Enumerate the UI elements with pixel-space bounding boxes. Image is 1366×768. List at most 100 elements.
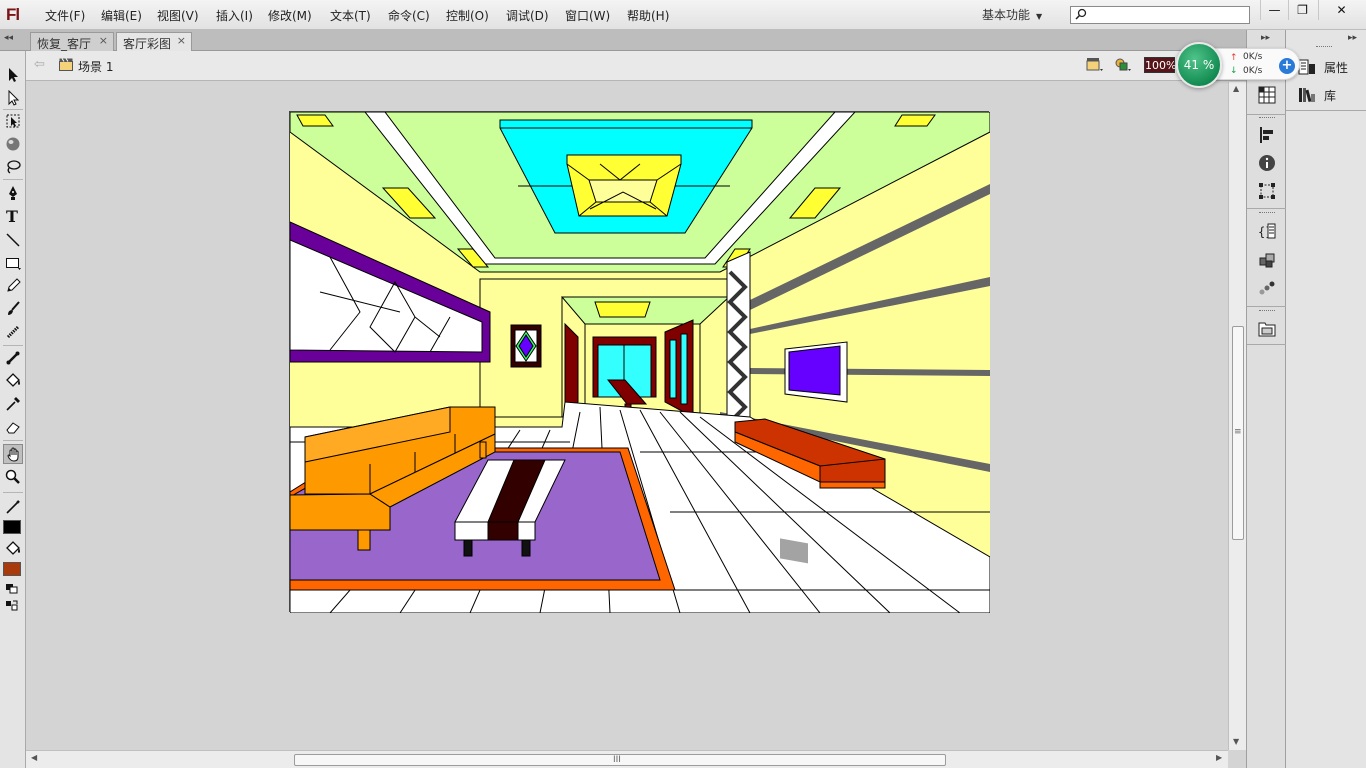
menu-help[interactable]: 帮助(H) <box>627 7 669 24</box>
edit-symbol-icon[interactable] <box>1114 57 1132 73</box>
pencil-tool[interactable] <box>3 276 23 296</box>
workspace-label: 基本功能 <box>982 8 1031 22</box>
tools-panel: T <box>0 51 26 768</box>
transform-icon <box>6 114 20 128</box>
components-icon[interactable] <box>1258 251 1276 269</box>
flash-app-window: Fl 文件(F) 编辑(E) 视图(V) 插入(I) 修改(M) 文本(T) 命… <box>0 0 1366 768</box>
paint-bucket-tool[interactable] <box>3 371 23 391</box>
panel-library[interactable]: 库 <box>1298 84 1364 106</box>
dock-separator <box>1247 114 1287 115</box>
scroll-right-arrow-icon[interactable]: ▶ <box>1216 753 1222 762</box>
free-transform-tool[interactable] <box>3 111 23 131</box>
tab-living-room-color[interactable]: 客厅彩图 × <box>116 32 192 51</box>
dock-grip[interactable] <box>1259 117 1275 119</box>
panel-label: 库 <box>1324 89 1337 103</box>
black-white-button[interactable] <box>3 581 23 595</box>
back-arrow-icon[interactable]: ⇦ <box>34 57 45 72</box>
align-icon[interactable] <box>1258 126 1276 144</box>
collapse-panels-icon[interactable]: ▸▸ <box>1348 33 1357 43</box>
close-icon[interactable]: × <box>99 34 108 47</box>
horizontal-scroll-thumb[interactable]: III <box>294 754 946 766</box>
subselection-tool[interactable] <box>3 88 23 108</box>
minimize-button[interactable]: — <box>1260 0 1288 20</box>
bone-tool[interactable] <box>3 348 23 368</box>
toolbar-separator <box>3 345 23 346</box>
menu-debug[interactable]: 调试(D) <box>506 7 549 24</box>
rectangle-tool[interactable] <box>3 253 23 273</box>
line-tool[interactable] <box>3 230 23 250</box>
tab-recovered-living-room[interactable]: 恢复_客厅 × <box>30 32 114 51</box>
collapse-left-icon[interactable]: ◂◂ <box>4 33 13 43</box>
dock-grip[interactable] <box>1316 46 1332 48</box>
vertical-scrollbar[interactable]: ▲ ≡ ▼ <box>1228 82 1246 750</box>
eyedropper-tool[interactable] <box>3 394 23 414</box>
menu-text[interactable]: 文本(T) <box>330 7 371 24</box>
network-speed-widget[interactable]: 41 % ↑ ↓ 0K/s 0K/s + <box>1176 42 1304 90</box>
eraser-tool[interactable] <box>3 417 23 437</box>
selection-tool[interactable] <box>3 65 23 85</box>
menu-file[interactable]: 文件(F) <box>45 7 85 24</box>
living-room-drawing[interactable] <box>289 111 991 614</box>
upload-arrow-icon: ↑ <box>1230 53 1238 63</box>
project-panel-icon[interactable] <box>1258 320 1276 338</box>
line-icon <box>6 233 20 247</box>
restore-button[interactable]: ❐ <box>1288 0 1316 20</box>
motion-presets-icon[interactable] <box>1258 279 1276 297</box>
swap-colors-button[interactable] <box>3 598 23 612</box>
text-tool[interactable]: T <box>3 207 23 227</box>
stroke-color-swatch[interactable] <box>3 520 21 534</box>
scroll-down-arrow-icon[interactable]: ▼ <box>1233 737 1239 746</box>
memory-usage-ball[interactable]: 41 % <box>1176 42 1222 88</box>
workspace-switcher[interactable]: 基本功能 ▼ <box>982 6 1042 23</box>
close-icon[interactable]: × <box>177 34 186 47</box>
menu-modify[interactable]: 修改(M) <box>268 7 312 24</box>
menu-window[interactable]: 窗口(W) <box>565 7 610 24</box>
info-icon[interactable] <box>1258 154 1276 172</box>
dock-grip[interactable] <box>1259 212 1275 214</box>
scroll-left-arrow-icon[interactable]: ◀ <box>31 753 37 762</box>
brush-tool[interactable] <box>3 299 23 319</box>
download-speed: 0K/s <box>1243 66 1263 76</box>
upload-speed: 0K/s <box>1243 52 1263 62</box>
panel-properties[interactable]: 属性 <box>1298 56 1364 78</box>
transform-panel-icon[interactable] <box>1258 182 1276 200</box>
toolbar-separator <box>3 440 23 441</box>
3d-rotation-tool[interactable] <box>3 134 23 154</box>
menu-insert[interactable]: 插入(I) <box>216 7 253 24</box>
dock-separator <box>1247 306 1287 307</box>
search-input[interactable] <box>1070 6 1250 24</box>
fill-color-swatch[interactable] <box>3 562 21 576</box>
menu-view[interactable]: 视图(V) <box>157 7 199 24</box>
edit-bar: ⇦ 场景 1 100% <box>26 51 1246 81</box>
zoom-level-field[interactable]: 100% <box>1144 57 1176 73</box>
zoom-tool[interactable] <box>3 467 23 487</box>
chevron-down-icon: ▼ <box>1036 12 1043 21</box>
lasso-tool[interactable] <box>3 157 23 177</box>
swap-colors-icon <box>6 600 18 611</box>
toolbar-separator <box>3 109 23 110</box>
vertical-scroll-thumb[interactable]: ≡ <box>1232 326 1244 540</box>
eyedropper-icon <box>6 397 20 411</box>
edit-scene-icon[interactable] <box>1086 57 1104 73</box>
pen-tool[interactable] <box>3 183 23 203</box>
document-tab-bar: ◂◂ 恢复_客厅 × 客厅彩图 × <box>0 30 1246 51</box>
pencil-icon <box>6 500 20 514</box>
bone-icon <box>6 351 20 365</box>
close-window-button[interactable]: ✕ <box>1318 0 1364 20</box>
plus-icon[interactable]: + <box>1279 58 1295 74</box>
bucket-icon <box>6 373 20 387</box>
deco-tool[interactable] <box>3 322 23 342</box>
menu-control[interactable]: 控制(O) <box>446 7 489 24</box>
fill-color-tool[interactable] <box>3 539 23 559</box>
stage-canvas[interactable] <box>289 111 991 614</box>
dock-grip[interactable] <box>1259 310 1275 312</box>
menu-edit[interactable]: 编辑(E) <box>101 7 142 24</box>
code-snippets-icon[interactable]: {} <box>1258 222 1276 240</box>
stroke-color-tool[interactable] <box>3 497 23 517</box>
hand-tool[interactable] <box>3 444 23 464</box>
arrow-icon <box>9 68 18 82</box>
horizontal-scrollbar[interactable]: ◀ III ▶ <box>26 750 1228 768</box>
brush-icon <box>8 301 20 315</box>
menu-commands[interactable]: 命令(C) <box>388 7 430 24</box>
panel-icon-dock: ▸▸ {} <box>1246 30 1287 768</box>
